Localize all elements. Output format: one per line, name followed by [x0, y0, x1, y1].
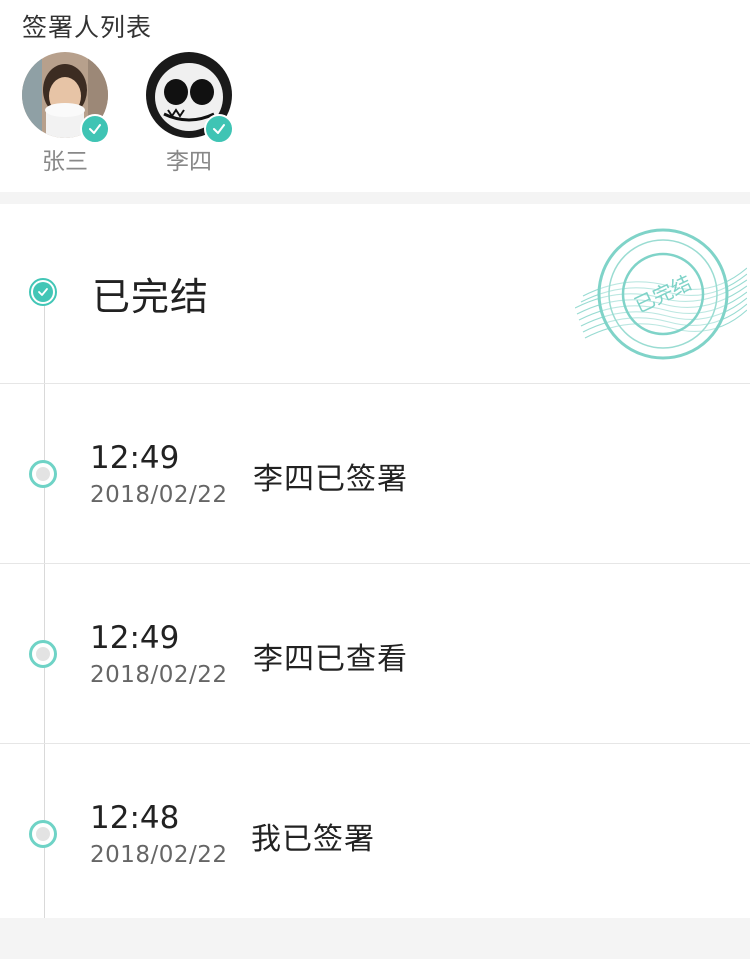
check-icon — [204, 114, 234, 144]
completed-stamp: 已完结 — [575, 228, 747, 360]
event-date: 2018/02/22 — [90, 482, 228, 508]
event-row: 12:49 2018/02/22 李四已签署 — [0, 384, 750, 564]
event-row: 12:49 2018/02/22 李四已查看 — [0, 564, 750, 744]
signer-name: 李四 — [166, 149, 212, 175]
status-row: 已完结 已完结 — [0, 204, 750, 384]
check-icon — [80, 114, 110, 144]
event-text: 我已签署 — [251, 822, 375, 857]
event-date: 2018/02/22 — [90, 662, 228, 688]
hollow-circle-icon — [29, 820, 57, 848]
hollow-circle-icon — [29, 640, 57, 668]
event-text: 李四已签署 — [253, 462, 408, 497]
event-date: 2018/02/22 — [90, 842, 228, 868]
event-row: 12:48 2018/02/22 我已签署 — [0, 744, 750, 918]
event-time: 12:49 — [90, 620, 180, 656]
timeline: 已完结 已完结 12:49 2018/02/22 李四已签署 12:49 201… — [0, 204, 750, 918]
hollow-circle-icon — [29, 460, 57, 488]
signer-zhangsan[interactable]: 张三 — [10, 52, 120, 182]
check-circle-icon — [29, 278, 57, 306]
event-text: 李四已查看 — [253, 642, 408, 677]
event-time: 12:49 — [90, 440, 180, 476]
signer-lisi[interactable]: 李四 — [134, 52, 244, 182]
event-time: 12:48 — [90, 800, 180, 836]
status-title: 已完结 — [92, 275, 210, 319]
signers-title: 签署人列表 — [22, 13, 153, 42]
signers-panel: 签署人列表 张三 李四 — [0, 0, 750, 192]
signer-name: 张三 — [42, 149, 88, 175]
